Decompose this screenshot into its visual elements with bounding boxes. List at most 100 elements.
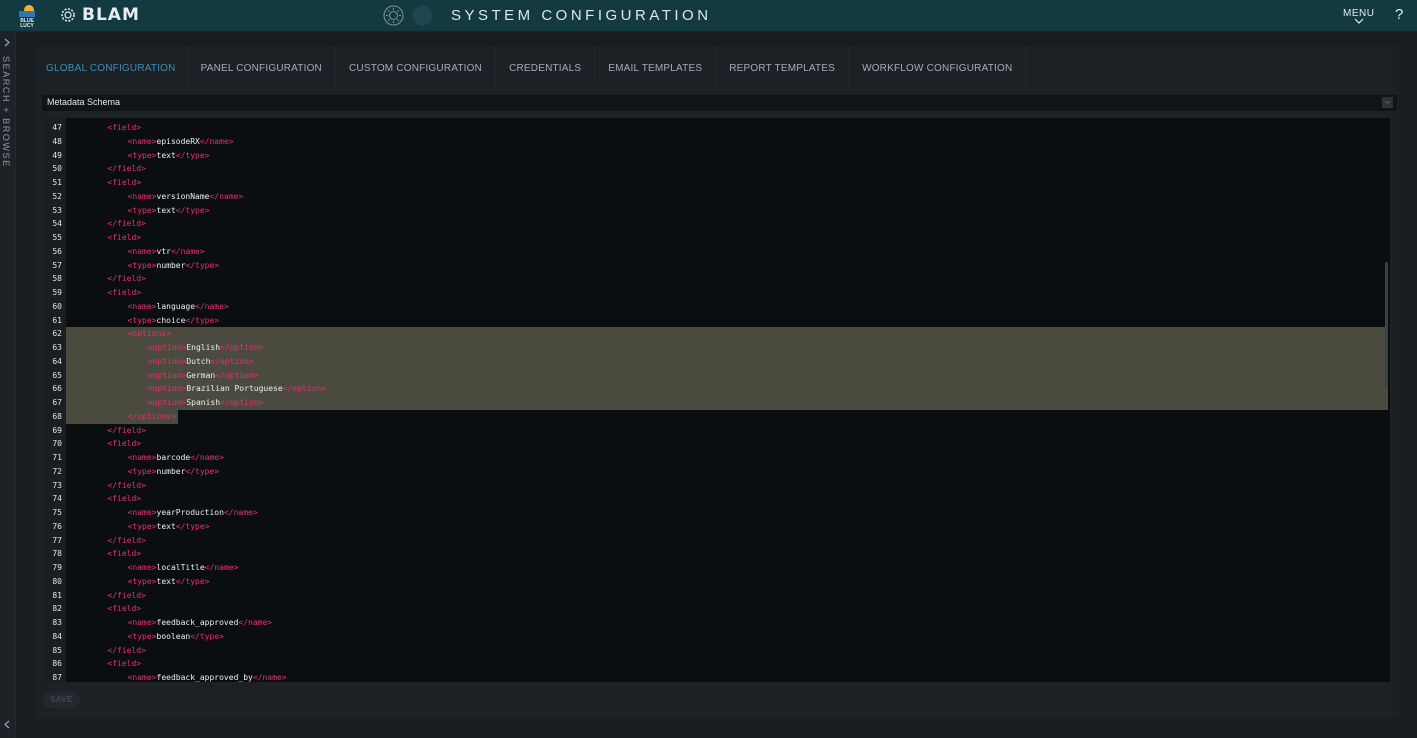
sidebar-label: SEARCH + BROWSE [1, 56, 11, 168]
menu-button[interactable]: MENU [1343, 8, 1374, 24]
line-number: 83 [52, 618, 62, 627]
line-number: 74 [52, 494, 62, 504]
code-text: <field> [107, 494, 142, 504]
code-text: </field> [107, 480, 146, 490]
code-text: <option>Dutch</option> [147, 356, 254, 366]
line-number: 53 [52, 205, 62, 215]
code-line: 47 <field> [42, 121, 1390, 135]
code-line: 58 </field> [42, 272, 1390, 286]
line-number: 78 [52, 549, 62, 559]
line-number: 49 [52, 150, 62, 160]
code-text: </field> [107, 535, 146, 545]
line-number: 50 [52, 164, 62, 174]
code-line: 64 <option>Dutch</option> [42, 354, 1390, 369]
code-line: 68 </options> [42, 409, 1390, 424]
code-line: 53 <type>text</type> [42, 204, 1390, 218]
line-number: 51 [52, 178, 62, 187]
line-number: 70 [52, 439, 62, 449]
code-text: </field> [107, 425, 146, 435]
code-text: <type>number</type> [127, 260, 220, 270]
metadata-schema-header[interactable]: Metadata Schema [42, 95, 1397, 111]
light-mode-icon[interactable] [383, 5, 404, 31]
line-number: 80 [52, 576, 62, 586]
line-number: 59 [52, 288, 62, 297]
line-number: 76 [52, 521, 62, 531]
tab-email-templates[interactable]: EMAIL TEMPLATES [595, 46, 717, 86]
code-line: 75 <name>yearProduction</name> [42, 506, 1390, 520]
code-text: <field> [107, 659, 142, 669]
code-text: <type>text</type> [127, 521, 210, 531]
code-text: <name>localTitle</name> [127, 563, 239, 572]
search-browse-sidebar[interactable]: SEARCH + BROWSE [0, 32, 16, 738]
code-text: <field> [107, 233, 142, 242]
code-line: 51 <field> [42, 176, 1390, 190]
code-line: 76 <type>text</type> [42, 520, 1390, 534]
line-number: 82 [52, 604, 62, 614]
code-line: 71 <name>barcode</name> [42, 451, 1390, 465]
selection-highlight [66, 341, 1388, 355]
code-text: <type>choice</type> [127, 315, 220, 325]
code-text: <type>text</type> [127, 150, 210, 160]
blue-lucy-logo[interactable]: BLUE LUCY [16, 4, 38, 29]
dark-mode-icon[interactable] [412, 5, 433, 31]
code-line: 70 <field> [42, 437, 1390, 451]
code-text: <name>language</name> [127, 301, 229, 311]
code-text: <name>versionName</name> [127, 191, 244, 201]
line-number: 68 [52, 411, 62, 421]
tab-credentials[interactable]: CREDENTIALS [496, 46, 596, 86]
code-text: <options> [127, 329, 171, 339]
svg-text:LUCY: LUCY [20, 23, 34, 28]
line-number: 61 [52, 315, 62, 325]
tab-global-configuration[interactable]: GLOBAL CONFIGURATION [35, 46, 188, 86]
line-number: 77 [52, 535, 62, 545]
code-line: 61 <type>choice</type> [42, 314, 1390, 328]
code-text: <name>barcode</name> [127, 453, 224, 462]
tab-workflow-configuration[interactable]: WORKFLOW CONFIGURATION [849, 46, 1027, 86]
line-number: 58 [52, 274, 62, 284]
tab-custom-configuration[interactable]: CUSTOM CONFIGURATION [336, 46, 497, 86]
code-line: 69 </field> [42, 424, 1390, 438]
line-number: 47 [52, 123, 62, 132]
chevron-left-icon[interactable] [3, 720, 11, 732]
code-line: 84 <type>boolean</type> [42, 630, 1390, 644]
chevron-right-icon[interactable] [3, 38, 11, 50]
code-line: 83 <name>feedback_approved</name> [42, 616, 1390, 630]
code-line: 65 <option>German</option> [42, 368, 1390, 383]
line-number: 52 [52, 191, 62, 201]
code-line: 67 <option>Spanish</option> [42, 396, 1390, 410]
tab-panel-configuration[interactable]: PANEL CONFIGURATION [188, 46, 336, 86]
tab-report-templates[interactable]: REPORT TEMPLATES [716, 46, 850, 86]
line-number: 66 [52, 384, 62, 394]
line-number: 87 [52, 673, 62, 682]
line-number: 75 [52, 508, 62, 517]
code-text: <field> [107, 123, 142, 132]
line-number: 64 [52, 356, 62, 366]
line-number: 63 [52, 343, 62, 352]
code-lines: 47 <field> 48 <name>episodeRX</name> 49 <type… [42, 121, 1390, 682]
code-line: 87 <name>feedback_approved_by</name> [42, 671, 1390, 682]
page-title: SYSTEM CONFIGURATION [451, 7, 712, 24]
code-text: </field> [107, 274, 146, 284]
editor-scrollbar[interactable] [1385, 262, 1388, 388]
tab-bar: GLOBAL CONFIGURATION PANEL CONFIGURATION C… [35, 46, 1027, 86]
save-button[interactable]: SAVE [43, 692, 80, 708]
blam-logo[interactable]: BLAM [59, 5, 140, 25]
line-number: 48 [52, 136, 62, 146]
collapse-toggle-icon[interactable] [1382, 97, 1393, 108]
code-text: <type>text</type> [127, 205, 210, 215]
code-text: </field> [107, 590, 146, 600]
code-text: <name>episodeRX</name> [127, 136, 234, 146]
code-line: 55 <field> [42, 231, 1390, 245]
code-editor[interactable]: 47 <field> 48 <name>episodeRX</name> 49 <type… [42, 118, 1390, 682]
help-icon[interactable]: ? [1395, 6, 1403, 23]
code-line: 62 <options> [42, 327, 1390, 341]
code-line: 56 <name>vtr</name> [42, 245, 1390, 259]
line-number: 72 [52, 466, 62, 476]
code-line: 77 </field> [42, 534, 1390, 548]
code-line: 72 <type>number</type> [42, 465, 1390, 479]
code-text: </options> [127, 411, 176, 421]
code-text: <field> [107, 549, 142, 559]
code-text: </field> [107, 645, 146, 655]
line-number: 65 [52, 370, 62, 380]
line-number: 54 [52, 219, 62, 229]
